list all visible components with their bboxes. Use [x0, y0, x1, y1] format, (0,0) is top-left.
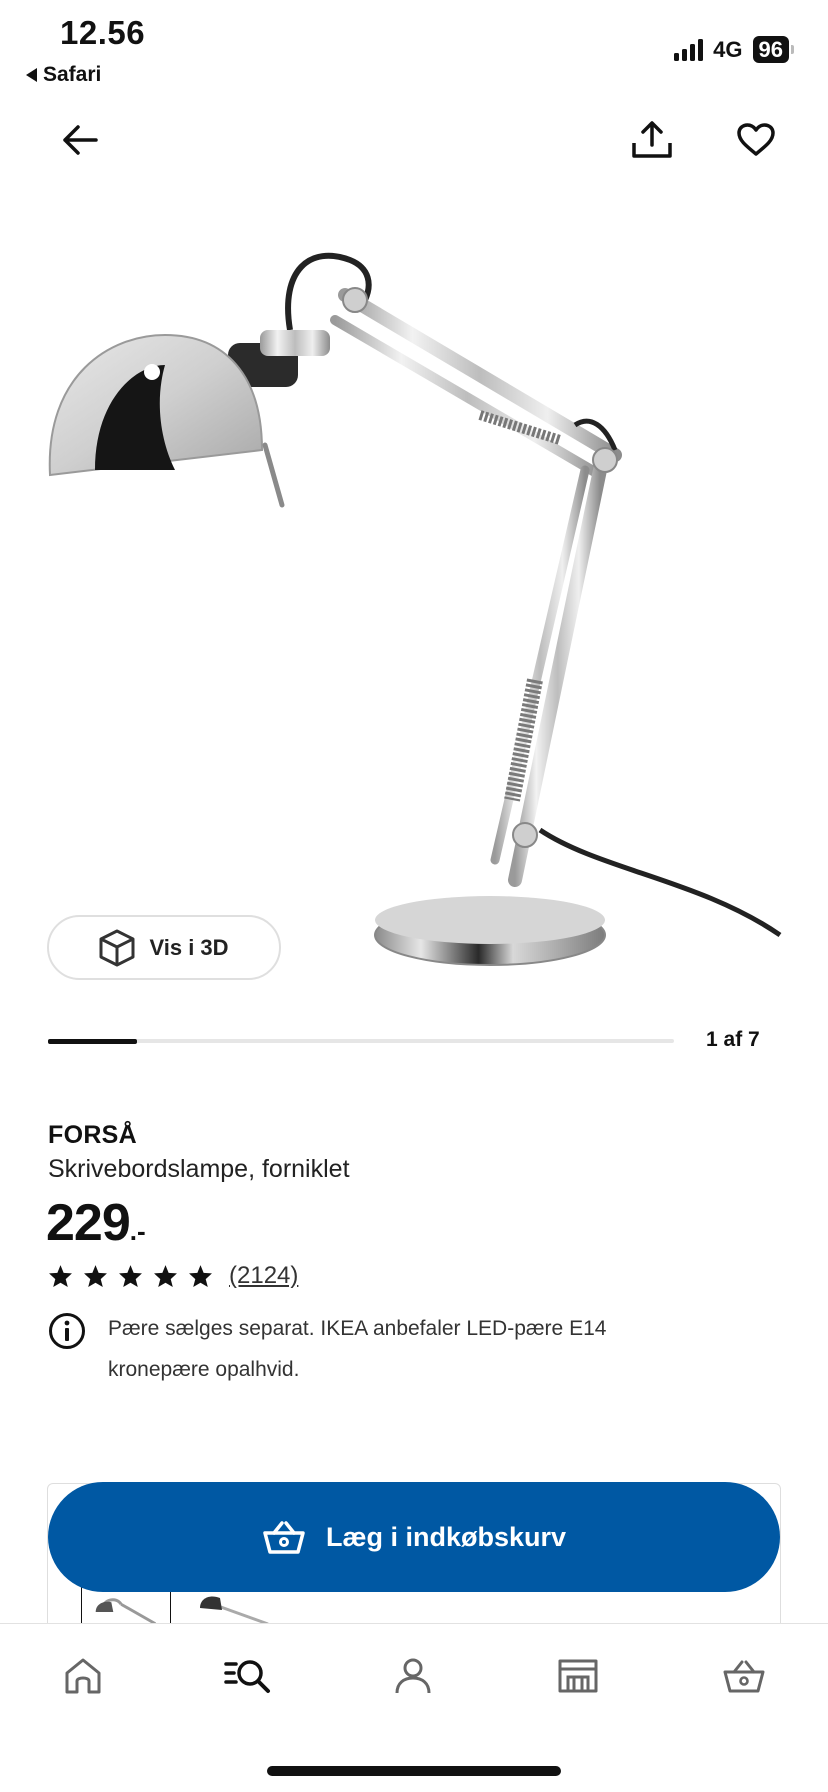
share-button[interactable] — [628, 116, 676, 164]
back-button[interactable] — [56, 116, 104, 164]
star-icon — [84, 1265, 107, 1287]
gallery-progress — [48, 1038, 674, 1044]
share-icon — [632, 121, 672, 158]
star-icon — [189, 1265, 212, 1287]
add-to-cart-label: Læg i indkøbskurv — [325, 1521, 567, 1552]
star-icon — [119, 1265, 142, 1287]
tab-profile[interactable] — [383, 1648, 443, 1704]
home-icon — [65, 1658, 101, 1694]
battery-level: 96 — [752, 36, 789, 63]
gallery-progress-fill — [48, 1038, 138, 1044]
product-image[interactable] — [0, 210, 828, 1000]
rating-stars — [48, 1264, 213, 1288]
bulb-info-text: Pære sælges separat. IKEA anbefaler LED-… — [108, 1317, 607, 1381]
star-icon — [49, 1265, 72, 1287]
profile-icon — [395, 1658, 431, 1694]
star-icon — [154, 1265, 177, 1287]
gallery-counter: 1 af 7 — [706, 1028, 760, 1051]
arrow-left-icon — [63, 125, 98, 155]
tab-home[interactable] — [53, 1648, 113, 1704]
back-triangle-icon — [26, 68, 37, 82]
info-icon — [49, 1313, 85, 1349]
product-price: 229.- — [46, 1193, 146, 1253]
back-app-label: Safari — [43, 63, 102, 86]
back-to-safari[interactable]: Safari — [26, 63, 101, 87]
bulb-info: Pære sælges separat. IKEA anbefaler LED-… — [48, 1312, 688, 1390]
store-icon — [558, 1659, 598, 1693]
favorite-button[interactable] — [732, 116, 780, 164]
battery-icon: 96 — [752, 36, 794, 63]
heart-icon — [737, 123, 775, 156]
basket-tab-icon — [723, 1660, 765, 1693]
home-indicator[interactable] — [267, 1766, 561, 1776]
tab-basket[interactable] — [714, 1648, 774, 1704]
search-list-icon — [224, 1660, 270, 1693]
view-3d-label: Vis i 3D — [149, 934, 229, 960]
product-description: Skrivebordslampe, forniklet — [48, 1155, 350, 1183]
tab-stores[interactable] — [548, 1648, 608, 1704]
price-suffix: .- — [129, 1216, 146, 1246]
review-count[interactable]: (2124) — [229, 1262, 298, 1290]
signal-icon — [674, 38, 704, 61]
product-brand: FORSÅ — [48, 1121, 137, 1149]
tab-search[interactable] — [218, 1648, 278, 1704]
price-value: 229 — [46, 1194, 131, 1252]
status-time: 12.56 — [60, 14, 146, 51]
product-rating[interactable]: (2124) — [48, 1262, 298, 1290]
status-indicators: 4G 96 — [674, 36, 794, 63]
network-type: 4G — [713, 36, 743, 62]
basket-icon — [263, 1521, 305, 1554]
cube-icon — [99, 929, 135, 966]
add-to-cart-button[interactable]: Læg i indkøbskurv — [48, 1482, 780, 1592]
view-3d-button[interactable]: Vis i 3D — [47, 915, 281, 980]
